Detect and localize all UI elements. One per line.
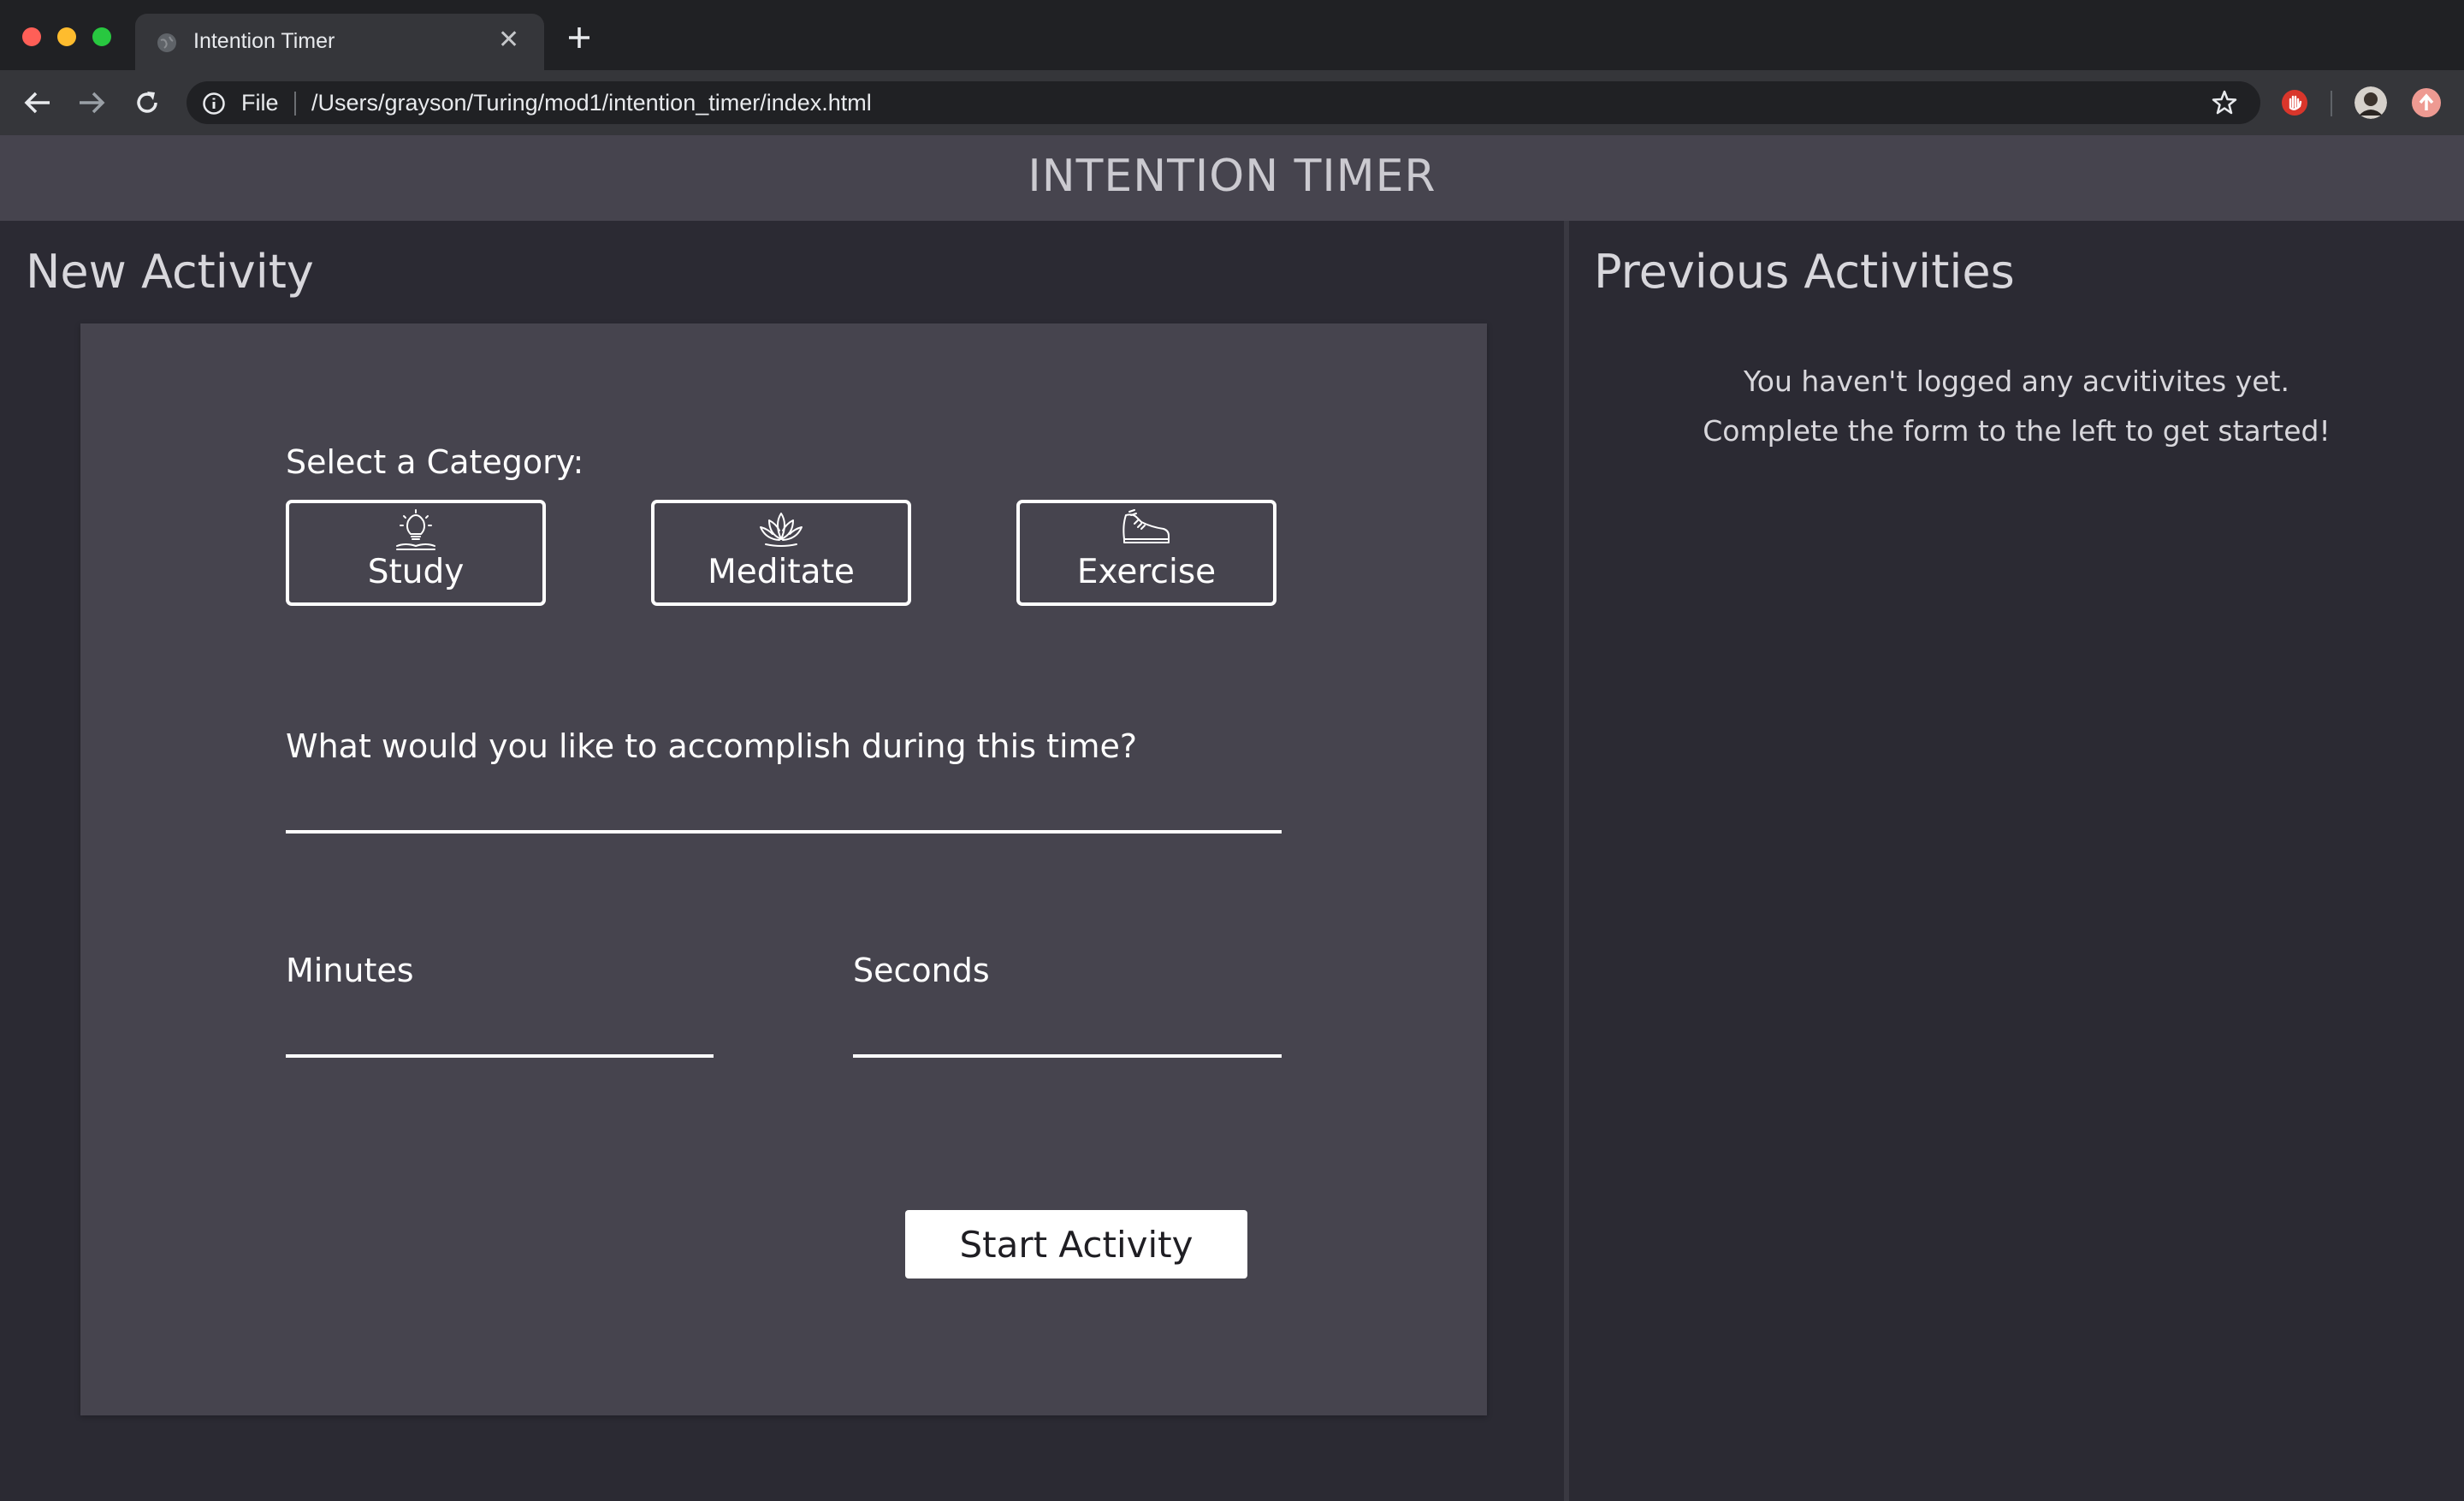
minimize-window-button[interactable] [57,27,76,46]
forward-arrow-icon[interactable] [78,91,105,115]
app-title: INTENTION TIMER [1028,151,1436,202]
toolbar-divider [2331,91,2332,116]
maximize-window-button[interactable] [92,27,111,46]
app-header: INTENTION TIMER [0,135,2464,221]
study-button[interactable]: Study [286,500,546,606]
exercise-button[interactable]: Exercise [1016,500,1276,606]
new-tab-icon[interactable] [567,26,591,50]
meditate-button[interactable]: Meditate [651,500,911,606]
browser-chrome: Intention Timer ✕ File /Users/grayson/Tu… [0,0,2464,135]
new-activity-heading: New Activity [26,245,314,299]
seconds-label: Seconds [853,952,990,989]
browser-tab[interactable]: Intention Timer ✕ [135,14,544,70]
previous-activities-heading: Previous Activities [1594,245,2015,299]
minutes-label: Minutes [286,952,414,989]
previous-activities-panel [1569,221,2464,1501]
back-arrow-icon[interactable] [24,91,51,115]
address-bar[interactable]: File /Users/grayson/Turing/mod1/intentio… [187,81,2260,124]
empty-message-line2: Complete the form to the left to get sta… [1703,414,2331,448]
close-window-button[interactable] [22,27,41,46]
category-label: Select a Category: [286,443,584,481]
tab-close-icon[interactable]: ✕ [498,27,519,53]
minutes-input[interactable] [286,1008,714,1058]
seconds-input[interactable] [853,1008,1282,1058]
empty-message-line1: You haven't logged any acvitivites yet. [1744,365,2289,398]
meditate-label: Meditate [708,553,855,591]
address-separator [294,92,296,116]
profile-avatar-icon[interactable] [2354,86,2387,119]
description-label: What would you like to accomplish during… [286,727,1138,765]
start-activity-button[interactable]: Start Activity [905,1210,1247,1279]
update-arrow-icon[interactable] [2411,87,2442,118]
lightbulb-icon [396,509,435,550]
url-text[interactable]: /Users/grayson/Turing/mod1/intention_tim… [311,90,872,116]
info-icon[interactable] [202,92,226,116]
description-input[interactable] [286,784,1282,834]
bookmark-star-icon[interactable] [2211,89,2238,116]
tab-title: Intention Timer [193,29,335,53]
globe-icon [157,33,176,52]
lotus-icon [760,513,803,547]
study-label: Study [367,553,465,591]
extension-hand-icon[interactable] [2281,89,2308,116]
reload-icon[interactable] [133,89,161,116]
sneaker-icon [1122,509,1170,543]
activity-form [80,323,1487,1415]
url-scheme: File [241,90,279,116]
exercise-label: Exercise [1076,553,1217,591]
